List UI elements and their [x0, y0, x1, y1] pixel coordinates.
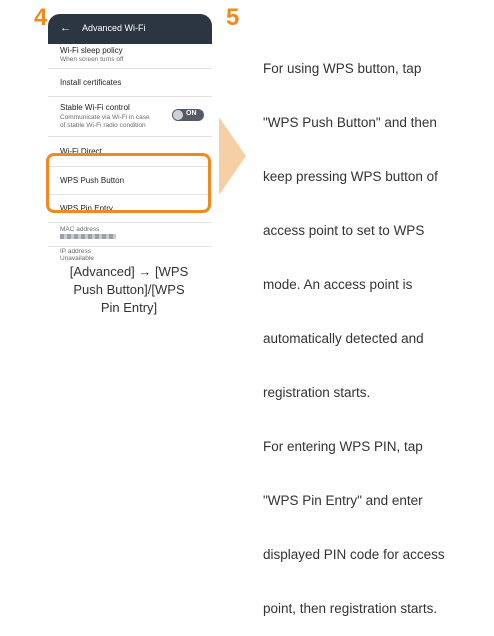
description-line: automatically detected and: [263, 331, 424, 346]
toggle-label: ON: [186, 110, 197, 117]
description-line: point, then registration starts.: [263, 601, 438, 616]
description-line: mode. An access point is: [263, 277, 413, 292]
settings-item-ip-address: IP address Unavailable: [48, 246, 212, 264]
caption-line: [Advanced] → [WPS: [69, 264, 189, 279]
settings-item-title: Install certificates: [60, 78, 122, 87]
settings-item-wifi-sleep-policy[interactable]: Wi-Fi sleep policy When screen turns off: [48, 44, 212, 69]
step-4-number: 4: [34, 4, 48, 31]
app-header: ← Advanced Wi-Fi: [48, 14, 212, 44]
step-5-description: For using WPS button, tap "WPS Push Butt…: [263, 24, 494, 636]
description-line: For entering WPS PIN, tap: [263, 439, 423, 454]
description-line: For using WPS button, tap: [263, 61, 422, 76]
toggle-knob: [173, 110, 183, 120]
phone-screenshot: ← Advanced Wi-Fi Wi-Fi sleep policy When…: [48, 14, 212, 264]
settings-item-stable-wifi-control[interactable]: Stable Wi-Fi control Communicate via Wi-…: [48, 96, 212, 137]
settings-item-subtitle: of stable Wi-Fi radio condition: [60, 122, 146, 129]
back-arrow-icon[interactable]: ←: [60, 22, 71, 34]
header-title: Advanced Wi-Fi: [82, 23, 146, 33]
settings-item-title: Wi-Fi sleep policy: [60, 46, 123, 55]
wps-options-highlight: [46, 153, 211, 213]
settings-item-subtitle: When screen turns off: [60, 56, 124, 63]
description-line: keep pressing WPS button of: [263, 169, 438, 184]
description-line: "WPS Pin Entry" and enter: [263, 493, 423, 508]
description-line: access point to set to WPS: [263, 223, 425, 238]
stable-wifi-toggle[interactable]: ON: [172, 109, 204, 121]
description-line: "WPS Push Button" and then: [263, 115, 437, 130]
step-4-caption: [Advanced] → [WPS Push Button]/[WPS Pin …: [26, 263, 232, 317]
settings-item-subtitle: Unavailable: [60, 255, 94, 262]
settings-item-install-certificates[interactable]: Install certificates: [48, 68, 212, 97]
settings-item-subtitle: Communicate via Wi-Fi in case: [60, 114, 150, 121]
settings-item-title: MAC address: [60, 226, 100, 233]
step-5-number: 5: [226, 4, 240, 31]
settings-item-title: Stable Wi-Fi control: [60, 103, 130, 112]
settings-item-mac-address: MAC address: [48, 222, 212, 247]
description-line: registration starts.: [263, 385, 371, 400]
caption-line: Pin Entry]: [100, 300, 158, 315]
caption-line: Push Button]/[WPS: [73, 282, 185, 297]
next-step-arrow-icon: [219, 117, 246, 195]
description-line: displayed PIN code for access: [263, 547, 445, 562]
mac-address-value-obscured: [60, 234, 116, 239]
